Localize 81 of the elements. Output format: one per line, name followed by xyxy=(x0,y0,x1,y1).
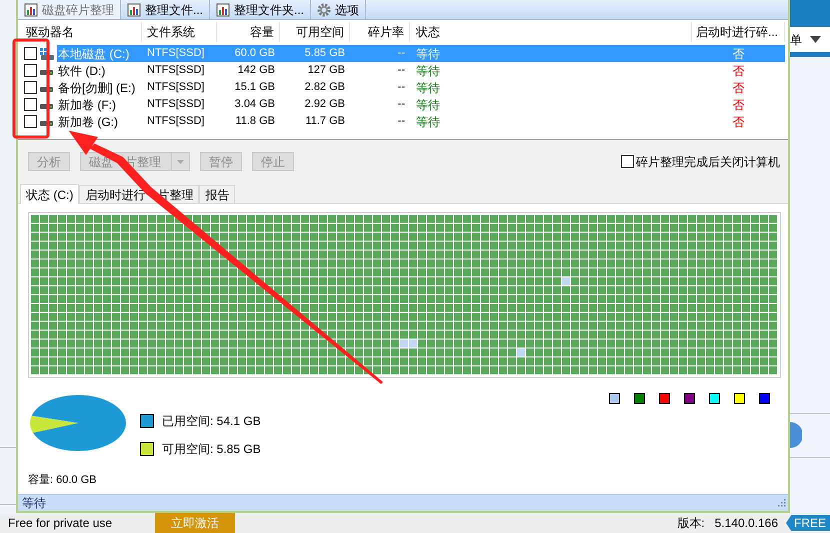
action-button: 停止 xyxy=(252,152,294,171)
table-cell-text: 否 xyxy=(732,62,746,80)
column-header[interactable]: 启动时进行碎... xyxy=(692,22,785,42)
table-cell-text: NTFS[SSD] xyxy=(146,63,206,78)
column-header[interactable]: 可用空间 xyxy=(280,22,350,42)
app-header-bar xyxy=(790,0,830,27)
round-button-icon[interactable] xyxy=(790,422,802,448)
toolbar-tab[interactable]: 磁盘碎片整理 xyxy=(18,0,121,19)
table-cell-text: 新加卷 (F:) xyxy=(57,96,117,114)
version-text: 5.140.0.166 xyxy=(714,515,778,532)
table-cell-text: 3.04 GB xyxy=(234,97,276,112)
table-cell-text: 11.7 GB xyxy=(304,114,346,130)
column-header[interactable]: 状态 xyxy=(410,22,692,42)
table-cell-text: 11.8 GB xyxy=(234,114,276,130)
drive-icon xyxy=(40,70,53,75)
table-cell-text: NTFS[SSD] xyxy=(146,80,206,96)
checkbox[interactable] xyxy=(621,155,634,168)
status-text: 等待 xyxy=(22,495,46,512)
drive-row[interactable]: 备份[勿删] (E:) NTFS[SSD] 15.1 GB 2.82 GB -- 等待 否 xyxy=(57,79,785,96)
capacity-label: 容量: 60.0 GB xyxy=(28,472,98,488)
tab[interactable]: 状态 (C:) xyxy=(20,184,80,204)
table-cell-text: 2.92 GB xyxy=(304,97,346,112)
legend-label: 可用空间: 5.85 GB xyxy=(162,441,261,458)
column-header[interactable]: 文件系统 xyxy=(142,22,217,42)
table-cell-text: 127 GB xyxy=(306,63,346,78)
table-cell-text: 备份[勿删] (E:) xyxy=(57,80,136,96)
chart-icon xyxy=(127,3,141,17)
table-cell-text: 等待 xyxy=(415,114,441,130)
checkbox[interactable] xyxy=(24,98,37,111)
resize-grip-icon[interactable] xyxy=(778,499,786,507)
table-cell-text: -- xyxy=(396,80,406,96)
checkbox[interactable] xyxy=(24,115,37,128)
drive-row[interactable]: 新加卷 (G:) NTFS[SSD] 11.8 GB 11.7 GB -- 等待 否 xyxy=(57,113,785,130)
checkbox[interactable] xyxy=(24,81,37,94)
table-cell-text: NTFS[SSD] xyxy=(146,97,206,112)
drive-row[interactable]: 软件 (D:) NTFS[SSD] 142 GB 127 GB -- 等待 否 xyxy=(57,62,785,79)
table-cell-text: 等待 xyxy=(415,96,441,114)
caret-icon xyxy=(177,160,184,164)
caret-icon[interactable] xyxy=(810,36,821,43)
table-cell-text: 新加卷 (G:) xyxy=(57,114,119,130)
gear-icon xyxy=(317,3,332,17)
action-button: 暂停 xyxy=(200,152,242,171)
table-cell-text: 否 xyxy=(732,46,746,62)
table-cell-text: 60.0 GB xyxy=(234,46,276,62)
table-cell-text: 15.1 GB xyxy=(234,80,276,96)
table-cell-text: 5.85 GB xyxy=(304,46,346,62)
table-cell-text: 软件 (D:) xyxy=(57,62,106,80)
drive-icon xyxy=(40,104,53,109)
chart-icon xyxy=(216,3,230,17)
table-cell-text: -- xyxy=(396,114,406,130)
tab[interactable]: 报告 xyxy=(199,185,236,203)
table-cell-text: 等待 xyxy=(415,62,441,80)
table-cell-text: 142 GB xyxy=(236,63,276,78)
table-cell-text: 等待 xyxy=(415,46,441,62)
checkbox[interactable] xyxy=(24,47,37,60)
table-cell-text: 等待 xyxy=(415,80,441,96)
chart-icon xyxy=(24,3,38,17)
checkbox[interactable] xyxy=(24,64,37,77)
version-label: 版本: xyxy=(677,515,705,532)
free-badge: FREE xyxy=(786,515,830,531)
license-text: Free for private use xyxy=(8,515,114,532)
table-cell-text: 否 xyxy=(732,80,746,96)
checkbox-label: 碎片整理完成后关闭计算机 xyxy=(636,154,780,170)
table-cell-text: 否 xyxy=(732,96,746,114)
drive-icon xyxy=(40,87,53,92)
legend-label: 已用空间: 54.1 GB xyxy=(162,413,261,430)
table-cell-text: 2.82 GB xyxy=(304,80,346,96)
table-cell-text: -- xyxy=(396,63,406,78)
drive-row[interactable]: 新加卷 (F:) NTFS[SSD] 3.04 GB 2.92 GB -- 等待 否 xyxy=(57,96,785,113)
system-drive-icon xyxy=(40,48,54,60)
table-cell-text: NTFS[SSD] xyxy=(146,114,206,130)
action-button: 分析 xyxy=(28,152,70,171)
table-cell-text: -- xyxy=(396,97,406,112)
table-cell-text: 本地磁盘 (C:) xyxy=(57,46,130,62)
column-header[interactable]: 碎片率 xyxy=(350,22,410,42)
drive-icon xyxy=(40,121,53,126)
column-header[interactable]: 容量 xyxy=(217,22,280,42)
table-cell-text: 否 xyxy=(732,114,746,130)
table-cell-text: NTFS[SSD] xyxy=(146,46,206,62)
column-header[interactable]: 驱动器名 xyxy=(18,22,142,42)
table-cell-text: -- xyxy=(396,46,406,62)
